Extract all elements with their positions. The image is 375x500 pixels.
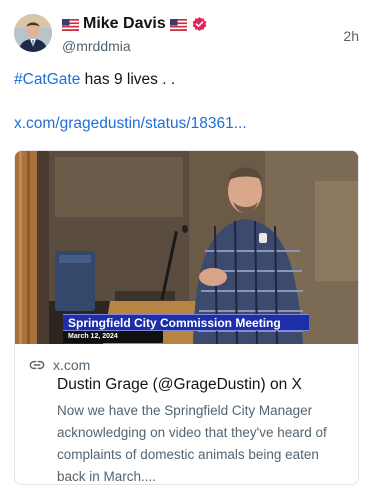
author-display-name[interactable]: Mike Davis <box>83 15 166 33</box>
post-url-link[interactable]: x.com/gragedustin/status/18361... <box>14 115 247 133</box>
card-description: Now we have the Springfield City Manager… <box>57 403 327 484</box>
card-title[interactable]: Dustin Grage (@GrageDustin) on X <box>57 376 302 394</box>
post-text-body: has 9 lives . . <box>80 71 176 88</box>
video-caption-date: March 12, 2024 <box>63 331 163 343</box>
author-name-row[interactable]: Mike Davis <box>62 13 208 35</box>
post-timestamp[interactable]: 2h <box>343 28 359 44</box>
video-caption-title: Springfield City Commission Meeting <box>63 314 309 331</box>
link-preview-card[interactable]: Springfield City Commission Meeting Marc… <box>14 150 359 485</box>
link-icon <box>29 357 45 373</box>
hashtag-link[interactable]: #CatGate <box>14 71 80 88</box>
verified-badge-icon <box>191 16 208 33</box>
us-flag-icon <box>62 18 79 31</box>
post[interactable]: Mike Davis @mrddmia 2h #CatGate has 9 li… <box>0 0 375 500</box>
post-text: #CatGate has 9 lives . . <box>14 71 175 89</box>
card-domain: x.com <box>53 357 91 373</box>
author-handle[interactable]: @mrddmia <box>62 38 131 54</box>
avatar[interactable] <box>14 14 52 52</box>
us-flag-icon <box>169 18 187 31</box>
card-domain-row: x.com <box>29 357 90 373</box>
